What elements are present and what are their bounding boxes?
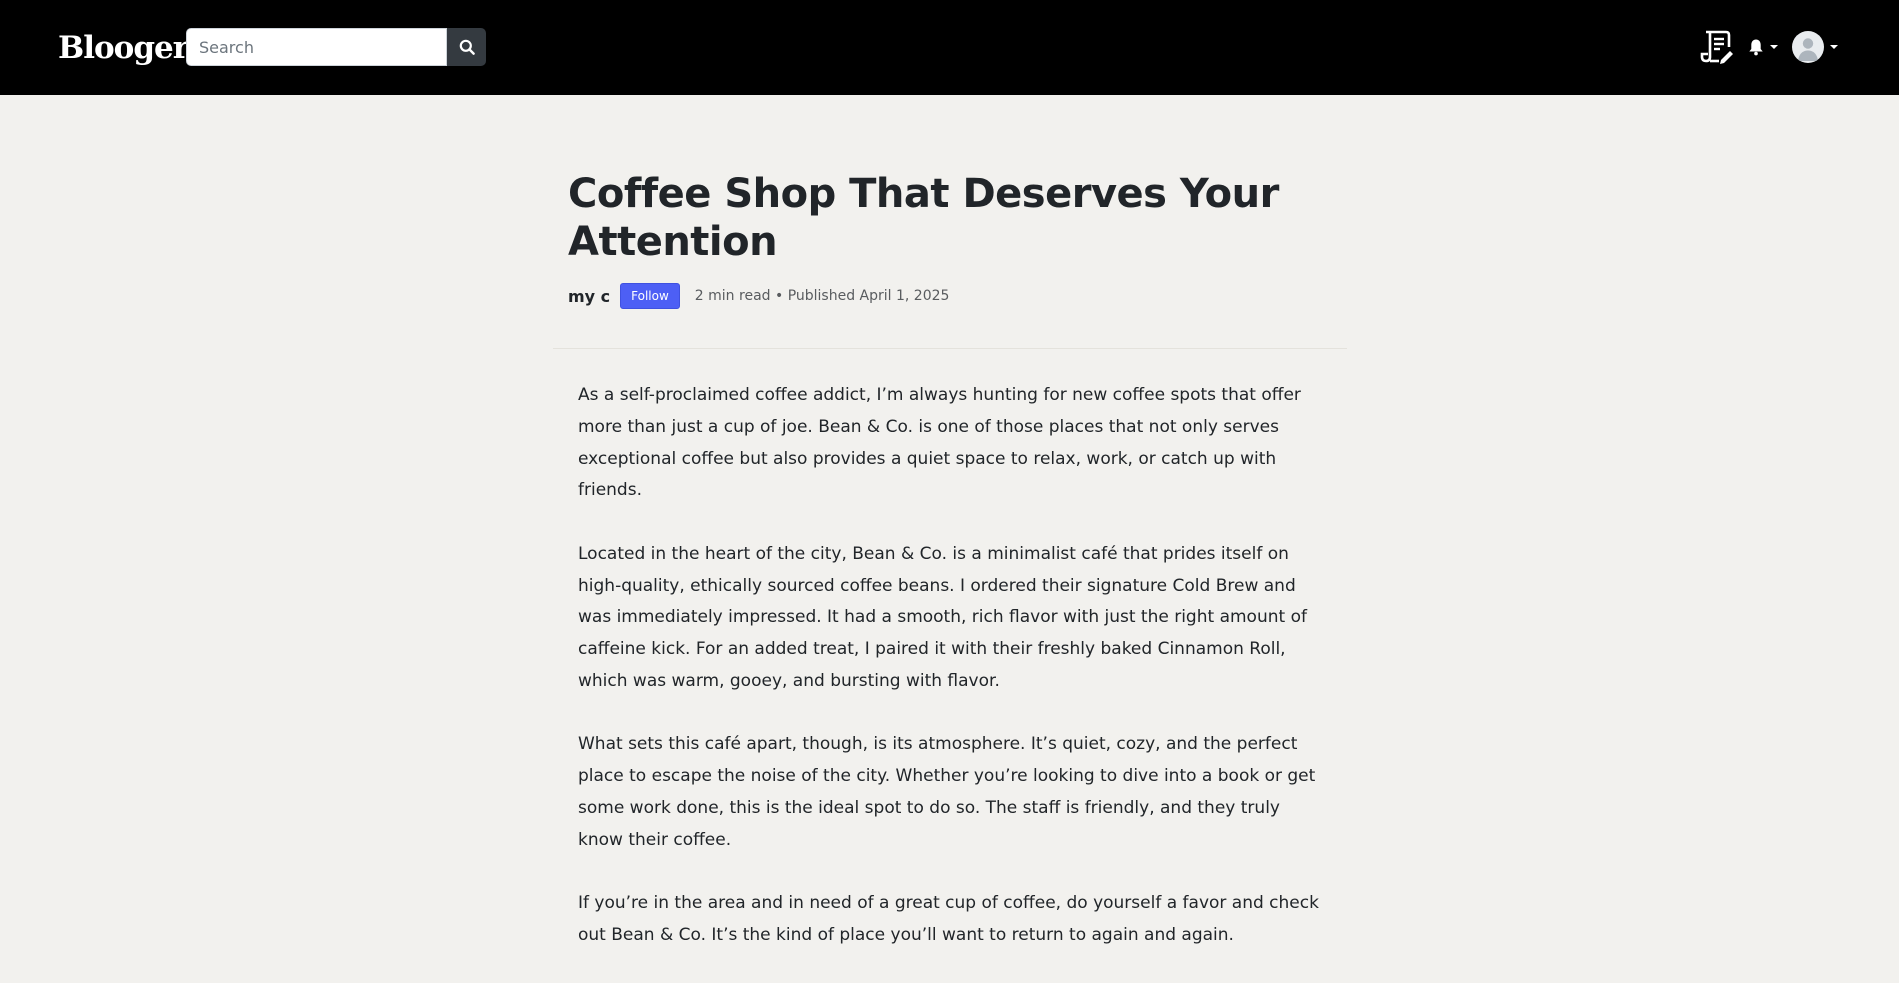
search-icon: [459, 39, 475, 55]
search-button[interactable]: [447, 28, 486, 66]
user-avatar-icon: [1792, 31, 1824, 63]
write-post-icon: [1700, 30, 1733, 64]
top-navbar: Blooger.: [0, 0, 1899, 95]
article-title: Coffee Shop That Deserves Your Attention: [568, 171, 1279, 265]
site-logo[interactable]: Blooger.: [58, 26, 196, 70]
notifications-button[interactable]: [1748, 34, 1780, 60]
article-meta: my c Follow 2 min read • Published April…: [568, 282, 949, 310]
search-form: [186, 28, 486, 66]
follow-button[interactable]: Follow: [620, 283, 680, 309]
search-input[interactable]: [186, 28, 447, 66]
read-time-and-date: 2 min read • Published April 1, 2025: [694, 288, 950, 304]
bell-icon: [1749, 39, 1763, 56]
article-body: As a self-proclaimed coffee addict, I’m …: [578, 380, 1323, 983]
article-paragraph: If you’re in the area and in need of a g…: [578, 893, 1319, 945]
author-name[interactable]: my c: [568, 287, 610, 306]
user-menu-button[interactable]: [1792, 31, 1844, 63]
article-paragraph: What sets this café apart, though, is it…: [578, 734, 1316, 850]
article-paragraph: As a self-proclaimed coffee addict, I’m …: [578, 385, 1301, 501]
write-post-button[interactable]: [1698, 28, 1736, 66]
article-paragraph: Located in the heart of the city, Bean &…: [578, 543, 1307, 691]
divider: [553, 348, 1347, 349]
chevron-down-icon: [1830, 45, 1838, 49]
chevron-down-icon: [1770, 45, 1778, 49]
